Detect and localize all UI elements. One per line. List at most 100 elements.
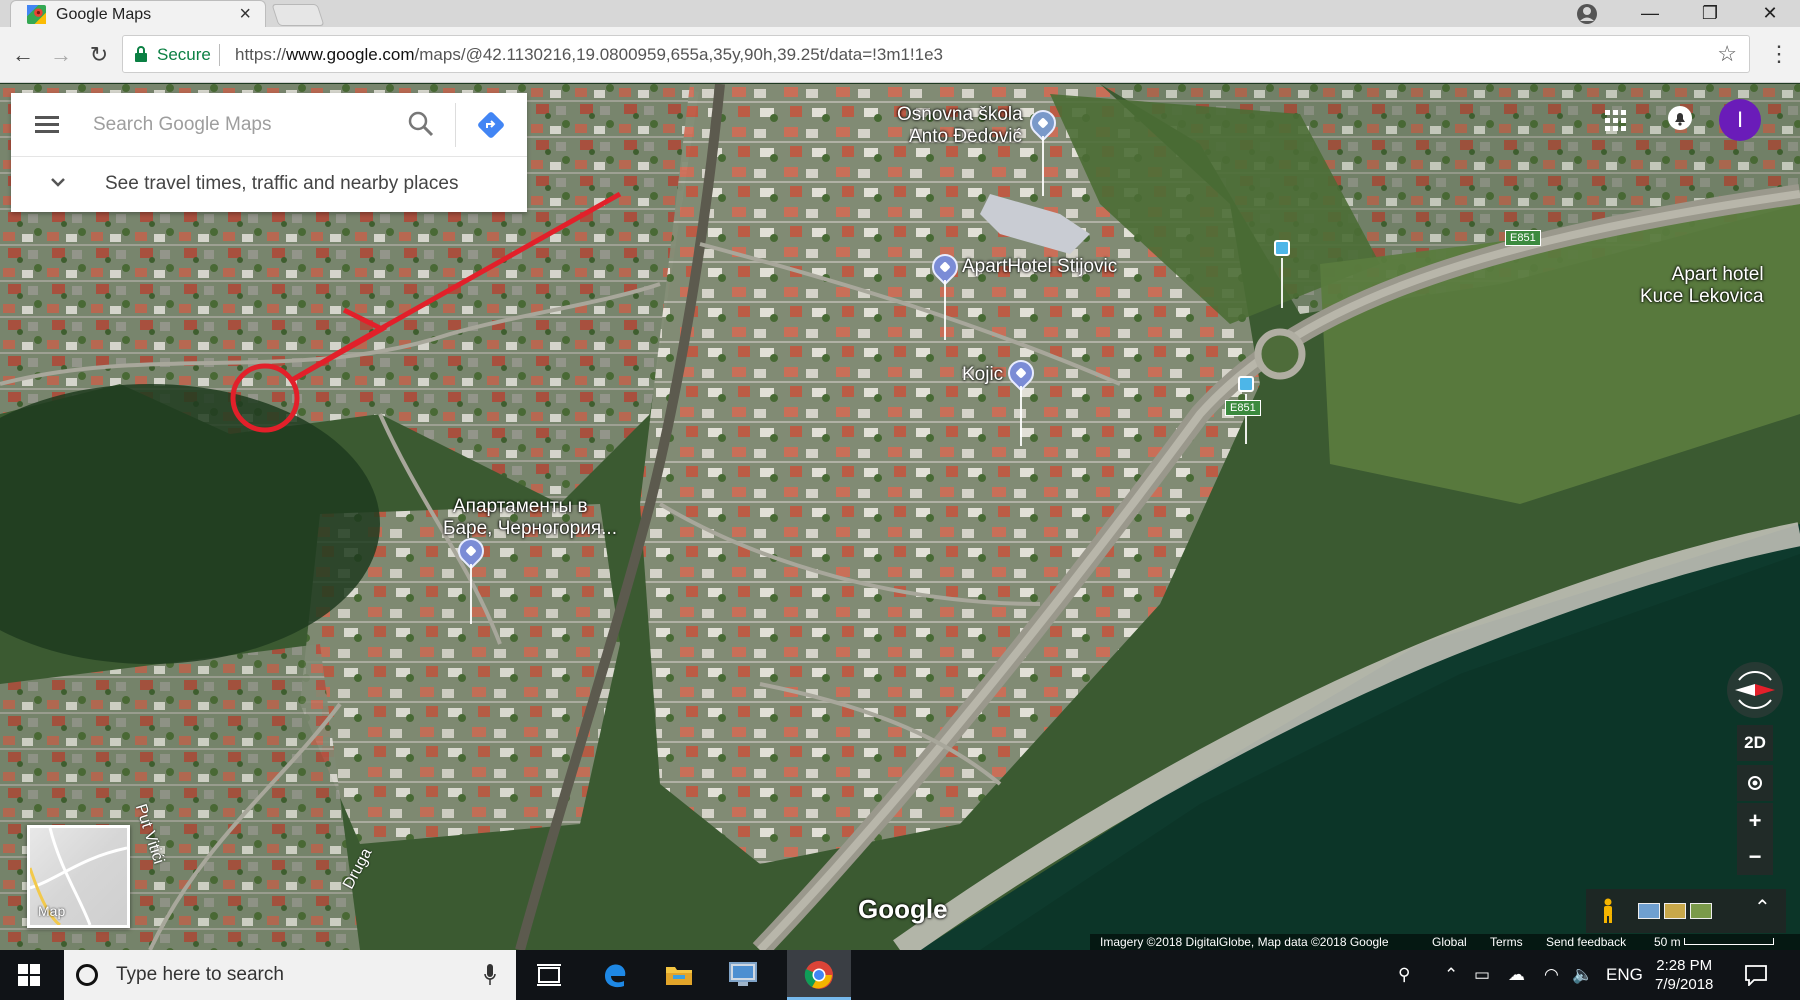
onedrive-cloud-icon[interactable]: ☁ [1508,965,1525,985]
people-icon[interactable]: ⚲ [1398,965,1410,985]
place-label-line: Apart hotel [1671,264,1764,285]
pin-stick [470,564,472,624]
task-view-glyph [537,964,561,986]
notifications-bell-icon[interactable] [1667,105,1693,131]
lock-icon [135,46,147,62]
account-avatar[interactable]: I [1719,99,1761,141]
taskbar-search-box[interactable]: Type here to search [64,950,516,1000]
search-input[interactable] [93,110,403,140]
layers-strip: ⌃ [1586,889,1786,933]
windows-taskbar: Type here to search ⚲ ⌃ ▭ ☁ ◠ 🔈 ENG 2:28… [0,950,1800,1000]
menu-icon[interactable] [35,116,59,134]
zoom-out-button[interactable]: − [1737,839,1773,875]
imagery-attribution: Imagery ©2018 DigitalGlobe, Map data ©20… [1100,935,1389,949]
close-window-button[interactable]: ✕ [1740,0,1800,27]
apps-grid-icon[interactable] [1604,109,1628,133]
language-indicator[interactable]: ENG [1606,965,1643,985]
pin-stick [1042,136,1044,196]
forward-button[interactable]: → [46,40,76,70]
url-path: /maps/@42.1130216,19.0800959,655a,35y,90… [414,45,944,64]
search-card: See travel times, traffic and nearby pla… [11,93,527,212]
profile-icon[interactable] [1575,2,1599,26]
windows-start-icon[interactable] [18,964,40,986]
chrome-taskbar-button[interactable] [787,950,851,1000]
google-maps-favicon-icon [27,5,46,24]
browser-menu-icon[interactable]: ⋮ [1768,41,1790,67]
satellite-map[interactable]: Osnovna škola Anto Đedović ApartHotel St… [0,84,1800,950]
file-explorer-icon[interactable] [662,958,696,992]
omnibox[interactable]: Secure https://www.google.com/maps/@42.1… [122,35,1750,73]
tilt-2d-button[interactable]: 2D [1737,725,1773,761]
url-host: www.google.com [286,45,415,64]
my-location-icon [1748,776,1762,790]
tab-strip: Google Maps × — ❐ ✕ [0,0,1800,27]
reload-button[interactable]: ↻ [84,40,114,70]
tab-title: Google Maps [56,6,152,23]
terms-link[interactable]: Terms [1490,935,1523,949]
new-tab-button[interactable] [271,4,325,26]
tab-google-maps[interactable]: Google Maps × [10,0,266,27]
url-text[interactable]: https://www.google.com/maps/@42.1130216,… [235,45,943,65]
bus-stop-icon[interactable] [1238,376,1254,392]
pegman-icon[interactable] [1600,898,1616,924]
microphone-icon[interactable] [484,964,496,986]
place-label-school[interactable]: Osnovna škola Anto Đedović [897,104,1023,148]
my-location-button[interactable] [1737,765,1773,801]
place-label-line: Osnovna škola [897,104,1023,125]
taskbar-clock[interactable]: 2:28 PM 7/9/2018 [1655,956,1713,994]
bookmark-star-icon[interactable]: ☆ [1717,41,1737,67]
maximize-button[interactable]: ❐ [1680,0,1740,27]
scale-label[interactable]: 50 m [1654,935,1681,949]
minimize-button[interactable]: — [1620,0,1680,27]
satellite-imagery [0,84,1800,950]
travel-times-link[interactable]: See travel times, traffic and nearby pla… [105,173,458,195]
pin-stick [944,280,946,340]
wifi-icon[interactable]: ◠ [1544,965,1559,985]
place-label-kuce-lekovica[interactable]: Apart hotel Kuce Lekovica [1640,264,1764,308]
chrome-icon [804,961,833,989]
monitor-glyph [729,962,757,986]
clock-time: 2:28 PM [1656,957,1713,974]
directions-icon[interactable] [476,110,506,140]
compass-control[interactable] [1727,662,1783,718]
expand-layers-icon[interactable]: ⌃ [1754,895,1771,920]
search-icon[interactable] [406,109,436,139]
edge-browser-icon[interactable] [598,958,632,992]
battery-icon[interactable]: ▭ [1474,965,1490,985]
tray-overflow-icon[interactable]: ⌃ [1444,965,1458,985]
place-label-kojic[interactable]: Kojic [962,364,1003,386]
tab-close-icon[interactable]: × [239,3,251,26]
place-label-line: Anto Đedović [909,126,1023,147]
back-button[interactable]: ← [8,40,38,70]
address-bar-row: ← → ↻ Secure https://www.google.com/maps… [0,27,1800,83]
route-badge: E851 [1505,230,1541,246]
send-feedback-link[interactable]: Send feedback [1546,935,1626,949]
url-scheme: https:// [235,45,287,64]
map-view-toggle[interactable]: Map [27,825,130,928]
scale-bar [1684,938,1774,945]
omnibox-separator [219,44,220,66]
volume-icon[interactable]: 🔈 [1572,965,1593,985]
search-card-divider [11,156,527,157]
layer-thumbnail[interactable] [1664,903,1686,919]
task-view-icon[interactable] [532,958,566,992]
place-label-apartments-bar[interactable]: Апартаменты в Баре, Черногория... [443,496,617,540]
layer-thumbnail[interactable] [1638,903,1660,919]
zoom-in-button[interactable]: + [1737,803,1773,839]
clock-date: 7/9/2018 [1655,976,1714,993]
place-label-aparthotel-stijovic[interactable]: ApartHotel Stijovic [962,256,1117,278]
control-panel-icon[interactable] [726,958,760,992]
layer-thumbnail[interactable] [1690,903,1712,919]
cortana-icon [76,964,98,986]
route-badge: E851 [1225,400,1261,416]
global-link[interactable]: Global [1432,935,1467,949]
search-divider [455,103,456,147]
place-label-line: Апартаменты в [453,496,588,517]
chevron-down-icon[interactable] [47,171,69,193]
compass-needle-icon [1735,671,1775,709]
pin-stick [1281,258,1283,308]
action-center-icon[interactable] [1744,964,1768,986]
pin-stick [1020,386,1022,446]
place-label-line: Kuce Lekovica [1640,286,1764,307]
bus-stop-icon[interactable] [1274,240,1290,256]
